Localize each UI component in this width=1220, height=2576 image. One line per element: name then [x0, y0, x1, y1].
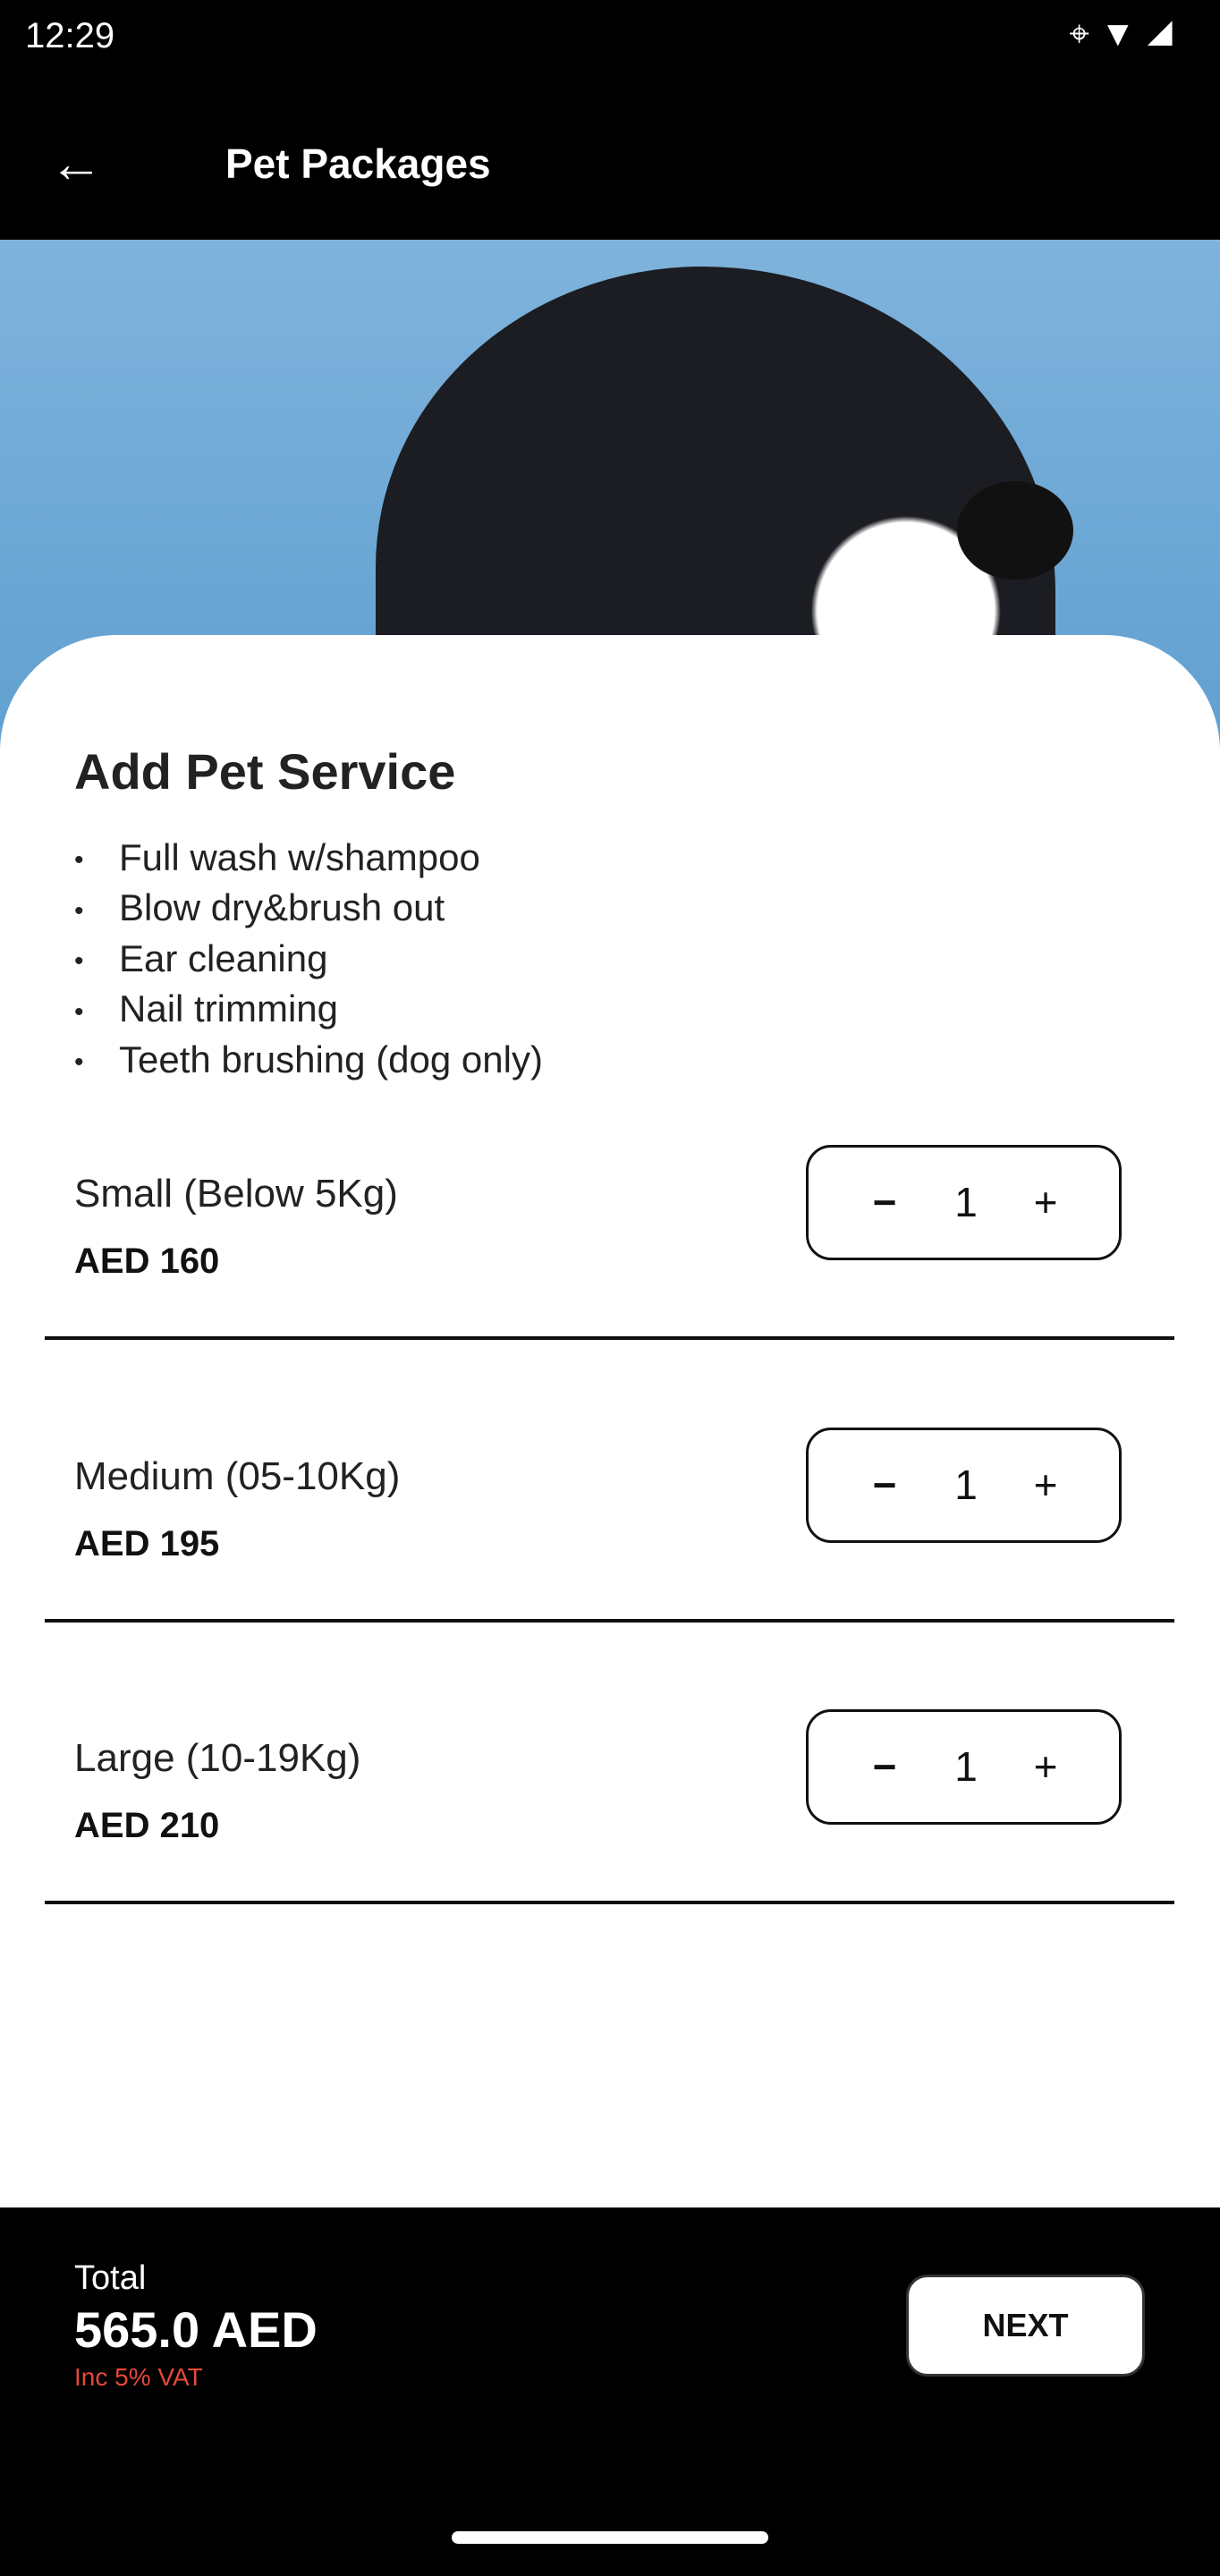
- home-indicator[interactable]: [452, 2531, 768, 2544]
- status-bar: 12:29 ⌖▼◢: [0, 0, 1220, 92]
- package-label: Small (Below 5Kg): [74, 1172, 398, 1216]
- decrement-button[interactable]: −: [849, 1453, 920, 1516]
- total-value: 565.0 AED: [74, 2301, 318, 2358]
- package-row-small: Small (Below 5Kg) AED 160 − 1 +: [0, 1145, 1220, 1454]
- dog-nose: [957, 481, 1073, 580]
- quantity-stepper: − 1 +: [806, 1709, 1122, 1825]
- divider: [45, 1336, 1174, 1340]
- package-price: AED 160: [74, 1241, 220, 1281]
- status-time: 12:29: [25, 16, 115, 55]
- increment-button[interactable]: +: [1010, 1735, 1081, 1798]
- increment-button[interactable]: +: [1010, 1171, 1081, 1233]
- divider: [45, 1901, 1174, 1904]
- package-row-medium: Medium (05-10Kg) AED 195 − 1 +: [0, 1428, 1220, 1737]
- vat-note: Inc 5% VAT: [74, 2363, 203, 2391]
- quantity-value: 1: [954, 1179, 978, 1225]
- total-label: Total: [74, 2259, 147, 2297]
- feature-item: Full wash w/shampoo: [74, 834, 543, 884]
- service-sheet: Add Pet Service Full wash w/shampoo Blow…: [0, 635, 1220, 2207]
- app-bar: ← Pet Packages: [0, 92, 1220, 240]
- feature-item: Blow dry&brush out: [74, 884, 543, 934]
- feature-item: Ear cleaning: [74, 935, 543, 985]
- back-button[interactable]: ←: [49, 128, 121, 199]
- feature-item: Nail trimming: [74, 985, 543, 1035]
- package-price: AED 210: [74, 1806, 220, 1845]
- decrement-button[interactable]: −: [849, 1735, 920, 1798]
- quantity-stepper: − 1 +: [806, 1145, 1122, 1260]
- package-price: AED 195: [74, 1524, 220, 1563]
- arrow-left-icon: ←: [49, 133, 103, 193]
- quantity-value: 1: [954, 1462, 978, 1508]
- package-row-large: Large (10-19Kg) AED 210 − 1 +: [0, 1709, 1220, 2019]
- page-title: Pet Packages: [225, 140, 491, 187]
- checkout-bar: Total 565.0 AED Inc 5% VAT NEXT: [0, 2207, 1220, 2576]
- quantity-value: 1: [954, 1743, 978, 1790]
- increment-button[interactable]: +: [1010, 1453, 1081, 1516]
- quantity-stepper: − 1 +: [806, 1428, 1122, 1543]
- wifi-icon: ▼: [1099, 14, 1147, 54]
- feature-list: Full wash w/shampoo Blow dry&brush out E…: [74, 834, 543, 1086]
- location-icon: ⌖: [1069, 14, 1100, 54]
- divider: [45, 1619, 1174, 1623]
- feature-item: Teeth brushing (dog only): [74, 1036, 543, 1086]
- package-label: Medium (05-10Kg): [74, 1454, 401, 1498]
- decrement-button[interactable]: −: [849, 1171, 920, 1233]
- next-button[interactable]: NEXT: [906, 2275, 1145, 2377]
- section-heading: Add Pet Service: [74, 743, 456, 800]
- signal-icon: ◢: [1146, 14, 1184, 54]
- package-label: Large (10-19Kg): [74, 1736, 361, 1780]
- status-icons: ⌖▼◢: [1069, 14, 1184, 55]
